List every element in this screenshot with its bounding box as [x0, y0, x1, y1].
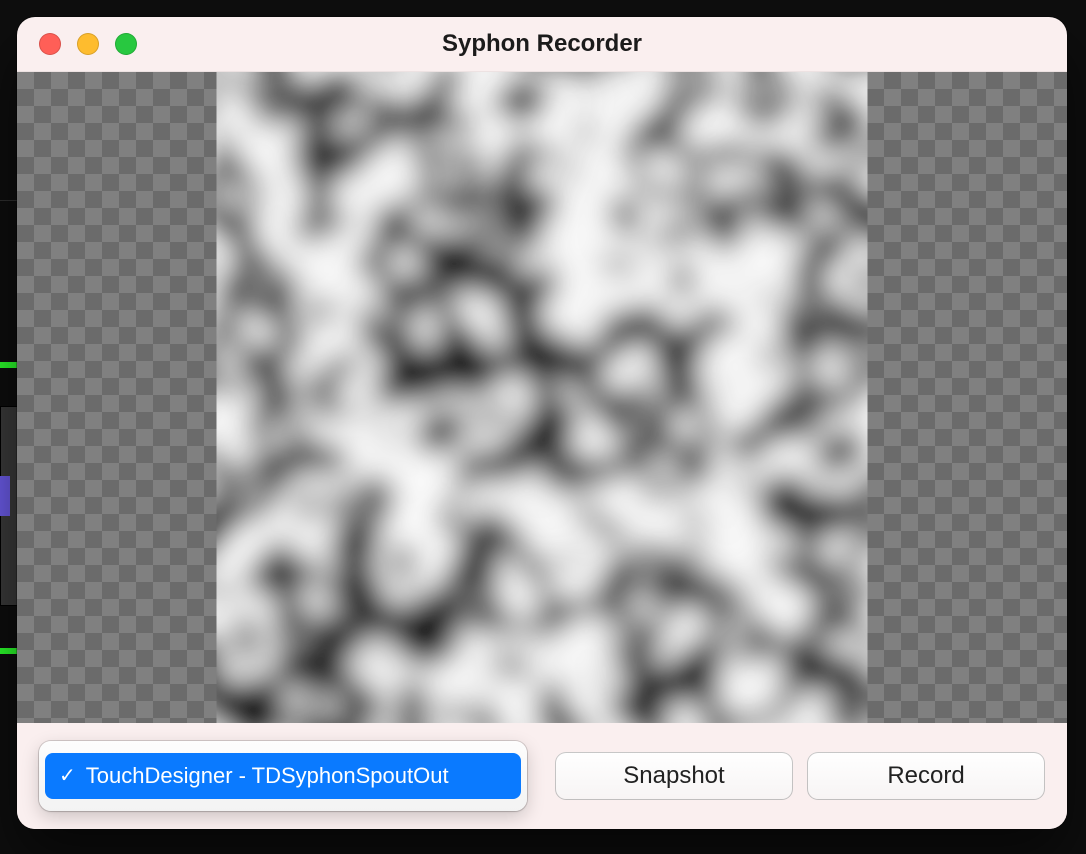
- source-dropdown[interactable]: ✓ TouchDesigner - TDSyphonSpoutOut: [39, 741, 527, 811]
- titlebar[interactable]: Syphon Recorder: [17, 17, 1067, 72]
- syphon-source-preview: [217, 72, 868, 723]
- syphon-recorder-window: Syphon Recorder: [17, 17, 1067, 829]
- snapshot-button-label: Snapshot: [623, 762, 724, 790]
- checkmark-icon: ✓: [59, 766, 76, 786]
- window-controls: [17, 33, 137, 55]
- record-button-label: Record: [887, 762, 964, 790]
- fullscreen-icon[interactable]: [115, 33, 137, 55]
- window-title: Syphon Recorder: [17, 30, 1067, 58]
- toolbar: ✓ TouchDesigner - TDSyphonSpoutOut Snaps…: [17, 723, 1067, 829]
- close-icon[interactable]: [39, 33, 61, 55]
- minimize-icon[interactable]: [77, 33, 99, 55]
- snapshot-button[interactable]: Snapshot: [555, 752, 793, 800]
- preview-area: [17, 72, 1067, 723]
- record-button[interactable]: Record: [807, 752, 1045, 800]
- source-selected-item[interactable]: ✓ TouchDesigner - TDSyphonSpoutOut: [45, 753, 521, 799]
- source-selected-label: TouchDesigner - TDSyphonSpoutOut: [86, 763, 449, 789]
